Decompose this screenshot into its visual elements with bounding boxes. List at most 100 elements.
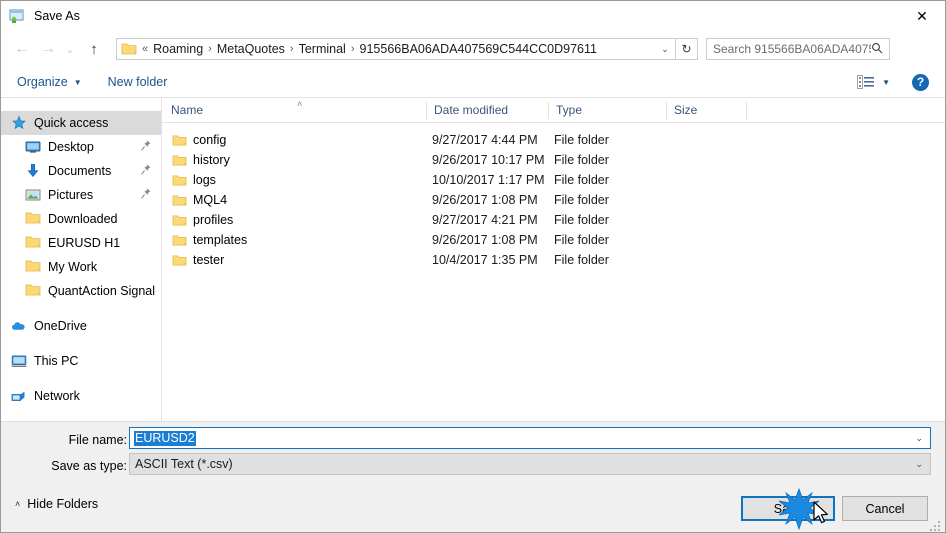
column-divider[interactable] (746, 102, 747, 119)
file-name: logs (193, 173, 216, 187)
sidebar-item-quantaction-signal[interactable]: QuantAction Signal (1, 279, 161, 303)
column-divider[interactable] (666, 102, 667, 119)
sidebar-item-network[interactable]: Network (1, 384, 161, 408)
save-as-type-select[interactable]: ASCII Text (*.csv) ⌄ (129, 453, 931, 475)
search-input[interactable]: Search 915566BA06ADA40756... (713, 42, 871, 56)
sidebar-item-label: My Work (48, 260, 98, 274)
file-name: profiles (193, 213, 234, 227)
back-icon[interactable]: ← (9, 36, 35, 62)
breadcrumb-separator: › (208, 43, 212, 55)
sidebar-item-label: This PC (34, 354, 79, 368)
search-box[interactable]: Search 915566BA06ADA40756... (706, 38, 890, 60)
folder-icon (25, 211, 41, 227)
file-name: MQL4 (193, 193, 228, 207)
file-date-modified: 10/4/2017 1:35 PM (432, 253, 538, 267)
table-row[interactable]: logs 10/10/2017 1:17 PM File folder (162, 171, 945, 191)
sidebar-item-desktop[interactable]: Desktop (1, 135, 161, 159)
breadcrumb-item-roaming[interactable]: Roaming (153, 42, 203, 56)
file-type: File folder (554, 213, 609, 227)
picture-icon (25, 187, 41, 203)
column-header-size[interactable]: Size (674, 103, 697, 117)
breadcrumb-separator: › (350, 43, 355, 55)
sidebar-item-label: Desktop (48, 140, 94, 154)
breadcrumb-item-metaquotes[interactable]: MetaQuotes (217, 42, 285, 56)
sidebar-item-downloaded[interactable]: Downloaded (1, 207, 161, 231)
new-folder-button[interactable]: New folder (108, 75, 168, 89)
sidebar-item-quick-access[interactable]: Quick access (1, 111, 161, 135)
file-type: File folder (554, 233, 609, 247)
file-type: File folder (554, 253, 609, 267)
file-rows-container: config 9/27/2017 4:44 PM File folder his… (162, 123, 945, 271)
refresh-icon[interactable]: ↻ (676, 38, 698, 60)
column-divider[interactable] (548, 102, 549, 119)
pin-icon[interactable] (141, 188, 151, 202)
column-header-row: ˄ Name Date modified Type Size (162, 98, 945, 123)
monitor-icon (25, 139, 41, 155)
recent-locations-icon[interactable]: ⌄ (61, 36, 79, 62)
file-name: templates (193, 233, 248, 247)
table-row[interactable]: history 9/26/2017 10:17 PM File folder (162, 151, 945, 171)
sidebar-item-my-work[interactable]: My Work (1, 255, 161, 279)
table-row[interactable]: MQL4 9/26/2017 1:08 PM File folder (162, 191, 945, 211)
column-divider[interactable] (426, 102, 427, 119)
main-content: Quick access Desktop Documents Pictures … (1, 98, 945, 421)
sidebar-item-label: Network (34, 389, 80, 403)
view-layout-icon[interactable] (857, 75, 875, 89)
save-button[interactable]: Save (741, 496, 835, 521)
sidebar-item-label: Downloaded (48, 212, 118, 226)
chevron-down-icon[interactable]: ⌄ (915, 459, 923, 470)
pin-icon[interactable] (141, 140, 151, 154)
hide-folders-button[interactable]: ˄ Hide Folders (15, 497, 98, 511)
hide-folders-label: Hide Folders (27, 497, 99, 511)
save-as-type-label: Save as type: (51, 459, 127, 473)
sidebar-item-label: Pictures (48, 188, 94, 202)
cloud-icon (11, 318, 27, 334)
breadcrumb-prefix: « (142, 43, 149, 55)
forward-icon[interactable]: → (35, 36, 61, 62)
file-name-input[interactable]: EURUSD2 ⌄ (129, 427, 931, 449)
up-folder-icon[interactable]: ↑ (81, 36, 107, 62)
file-type: File folder (554, 193, 609, 207)
resize-grip[interactable] (930, 519, 941, 531)
file-name-value[interactable]: EURUSD2 (134, 430, 196, 446)
address-bar[interactable]: « Roaming › MetaQuotes › Terminal › 9155… (116, 38, 676, 60)
file-date-modified: 10/10/2017 1:17 PM (432, 173, 545, 187)
folder-icon (121, 42, 137, 56)
folder-icon (172, 174, 187, 187)
table-row[interactable]: profiles 9/27/2017 4:21 PM File folder (162, 211, 945, 231)
breadcrumb-item-current-folder[interactable]: 915566BA06ADA407569C544CC0D97611 (360, 42, 597, 56)
organize-button[interactable]: Organize ▼ (17, 75, 82, 89)
cancel-button[interactable]: Cancel (842, 496, 928, 521)
chevron-down-icon[interactable]: ⌄ (915, 433, 923, 444)
chevron-down-icon: ▼ (73, 77, 82, 87)
folder-icon (172, 154, 187, 167)
sort-ascending-icon: ˄ (297, 99, 303, 109)
chevron-down-icon[interactable]: ⌄ (655, 44, 675, 55)
folder-icon (25, 235, 41, 251)
table-row[interactable]: tester 10/4/2017 1:35 PM File folder (162, 251, 945, 271)
folder-icon (172, 254, 187, 267)
sidebar-divider (1, 338, 161, 349)
close-icon[interactable]: ✕ (899, 1, 945, 31)
chevron-up-icon: ˄ (15, 499, 21, 509)
view-options[interactable]: ▼ (857, 75, 890, 89)
sidebar-item-this-pc[interactable]: This PC (1, 349, 161, 373)
column-header-name[interactable]: Name (171, 103, 203, 117)
column-header-date-modified[interactable]: Date modified (434, 103, 508, 117)
sidebar-item-onedrive[interactable]: OneDrive (1, 314, 161, 338)
table-row[interactable]: config 9/27/2017 4:44 PM File folder (162, 131, 945, 151)
folder-icon (25, 283, 41, 299)
file-type: File folder (554, 133, 609, 147)
sidebar-item-pictures[interactable]: Pictures (1, 183, 161, 207)
help-button[interactable]: ? (912, 73, 929, 91)
sidebar-item-label: Quick access (34, 116, 109, 130)
breadcrumb-item-terminal[interactable]: Terminal (299, 42, 346, 56)
sidebar-item-eurusd-h1[interactable]: EURUSD H1 (1, 231, 161, 255)
table-row[interactable]: templates 9/26/2017 1:08 PM File folder (162, 231, 945, 251)
sidebar-item-label: QuantAction Signal (48, 284, 156, 298)
save-as-type-value: ASCII Text (*.csv) (135, 457, 233, 471)
pin-icon[interactable] (141, 164, 151, 178)
column-header-type[interactable]: Type (556, 103, 582, 117)
sidebar-item-documents[interactable]: Documents (1, 159, 161, 183)
chevron-down-icon[interactable]: ▼ (882, 78, 890, 87)
